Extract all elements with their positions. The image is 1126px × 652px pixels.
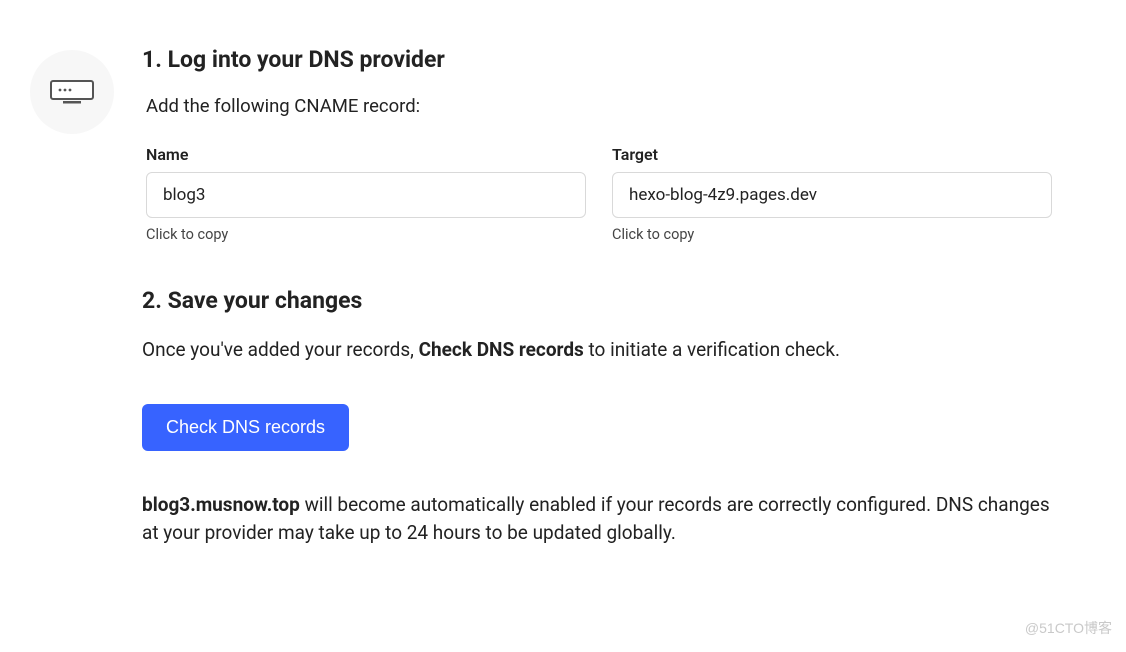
- step2-instruction-pre: Once you've added your records,: [142, 338, 419, 361]
- step2-note-domain: blog3.musnow.top: [142, 493, 300, 516]
- step2-instruction-post: to initiate a verification check.: [584, 338, 840, 361]
- step1-title: 1. Log into your DNS provider: [142, 46, 1052, 73]
- field-target-label: Target: [612, 145, 1052, 164]
- field-name-value[interactable]: blog3: [146, 172, 586, 218]
- cname-fields: Name blog3 Click to copy Target hexo-blo…: [146, 145, 1052, 243]
- step2-title: 2. Save your changes: [142, 287, 1052, 314]
- check-dns-records-button[interactable]: Check DNS records: [142, 404, 349, 451]
- watermark: @51CTO博客: [1025, 618, 1112, 638]
- dns-router-icon: [30, 50, 114, 134]
- field-target: Target hexo-blog-4z9.pages.dev Click to …: [612, 145, 1052, 243]
- step2-note: blog3.musnow.top will become automatical…: [142, 491, 1052, 548]
- router-icon: [49, 75, 95, 109]
- field-name-hint: Click to copy: [146, 226, 586, 243]
- step2-instruction-bold: Check DNS records: [419, 338, 584, 361]
- step2-instruction: Once you've added your records, Check DN…: [142, 336, 1052, 364]
- step-icon-column: [30, 46, 114, 548]
- field-name-label: Name: [146, 145, 586, 164]
- field-name: Name blog3 Click to copy: [146, 145, 586, 243]
- field-target-hint: Click to copy: [612, 226, 1052, 243]
- field-target-value[interactable]: hexo-blog-4z9.pages.dev: [612, 172, 1052, 218]
- step1-instruction: Add the following CNAME record:: [146, 95, 1052, 117]
